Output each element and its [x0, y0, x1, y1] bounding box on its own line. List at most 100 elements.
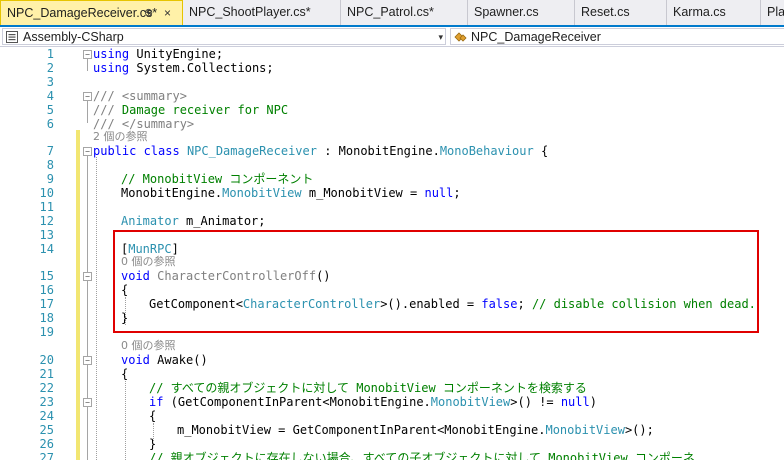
code-line: 20 − void Awake() [0, 353, 784, 367]
pin-icon[interactable]: ⊕ [144, 1, 153, 25]
line-number: 21 [39, 367, 54, 381]
code-line: 26 } [0, 437, 784, 451]
change-marker [76, 423, 80, 437]
line-number: 6 [46, 117, 54, 131]
close-icon[interactable]: × [164, 1, 171, 25]
change-marker [76, 228, 80, 242]
chevron-down-icon[interactable]: ▾ [438, 29, 443, 46]
class-icon [454, 32, 467, 42]
code-line: 2 using System.Collections; [0, 61, 784, 75]
line-number: 5 [46, 103, 54, 117]
change-marker [76, 130, 80, 144]
change-marker [76, 339, 80, 353]
change-marker [76, 242, 80, 256]
tab-npc-shootplayer[interactable]: NPC_ShootPlayer.cs* [183, 0, 341, 25]
tab-label: Spawner.cs [474, 5, 539, 19]
codelens-row: 0 個の参照 [0, 339, 784, 353]
code-line: 10 MonobitEngine.MonobitView m_MonobitVi… [0, 186, 784, 200]
code-line: 25 m_MonobitView = GetComponentInParent<… [0, 423, 784, 437]
code-text: /// <summary> [93, 89, 187, 103]
line-number: 10 [39, 186, 54, 200]
line-number: 15 [39, 269, 54, 283]
tab-overflow[interactable]: Pla [761, 0, 784, 25]
collapse-icon[interactable]: − [83, 356, 92, 365]
tab-npc-damagereceiver[interactable]: NPC_DamageReceiver.cs* ⊕ × [0, 0, 183, 25]
code-line: 5 /// Damage receiver for NPC [0, 103, 784, 117]
code-editor[interactable]: 1 − using UnityEngine; 2 using System.Co… [0, 47, 784, 460]
code-line: 27 // 親オブジェクトに存在しない場合、すべての子オブジェクトに対して Mo… [0, 451, 784, 460]
project-dropdown[interactable]: Assembly-CSharp ▾ [2, 28, 446, 45]
project-name: Assembly-CSharp [23, 30, 124, 44]
code-text: { [121, 367, 129, 381]
change-marker [76, 311, 80, 325]
line-number: 7 [46, 144, 54, 158]
line-number: 20 [39, 353, 54, 367]
code-line: 1 − using UnityEngine; [0, 47, 784, 61]
code-text: // すべての親オブジェクトに対して MonobitView コンポーネントを検… [149, 381, 587, 395]
code-text: Animator m_Animator; [121, 214, 266, 228]
change-marker [76, 186, 80, 200]
tab-reset[interactable]: Reset.cs [575, 0, 667, 25]
change-marker [76, 269, 80, 283]
collapse-icon[interactable]: − [83, 272, 92, 281]
code-text: void Awake() [121, 353, 208, 367]
line-number: 2 [46, 61, 54, 75]
code-line: 4 − /// <summary> [0, 89, 784, 103]
code-text: if (GetComponentInParent<MonobitEngine.M… [149, 395, 597, 409]
code-text: MonobitEngine.MonobitView m_MonobitView … [121, 186, 461, 200]
line-number: 24 [39, 409, 54, 423]
line-number: 18 [39, 311, 54, 325]
tab-label: NPC_ShootPlayer.cs* [189, 5, 311, 19]
change-marker [76, 367, 80, 381]
code-line: 22 // すべての親オブジェクトに対して MonobitView コンポーネン… [0, 381, 784, 395]
code-text: } [149, 437, 157, 451]
line-number: 8 [46, 158, 54, 172]
tab-spawner[interactable]: Spawner.cs [468, 0, 575, 25]
tab-label: Karma.cs [673, 5, 726, 19]
line-number: 16 [39, 283, 54, 297]
code-text: { [149, 409, 157, 423]
change-marker [76, 395, 80, 409]
change-marker [76, 255, 80, 269]
code-line: 3 [0, 75, 784, 89]
change-marker [76, 325, 80, 339]
class-dropdown[interactable]: NPC_DamageReceiver [450, 28, 784, 45]
code-line: 7 − public class NPC_DamageReceiver : Mo… [0, 144, 784, 158]
collapse-icon[interactable]: − [83, 398, 92, 407]
collapse-icon[interactable]: − [83, 147, 92, 156]
csharp-project-icon [6, 31, 18, 43]
change-marker [76, 409, 80, 423]
line-number: 19 [39, 325, 54, 339]
change-marker [76, 214, 80, 228]
code-line: 9 // MonobitView コンポーネント [0, 172, 784, 186]
change-marker [76, 451, 80, 460]
navigation-bar: Assembly-CSharp ▾ NPC_DamageReceiver [0, 27, 784, 47]
collapse-icon[interactable]: − [83, 92, 92, 101]
line-number: 23 [39, 395, 54, 409]
code-text: /// Damage receiver for NPC [93, 103, 289, 117]
tab-label: NPC_DamageReceiver.cs* [7, 6, 158, 20]
line-number: 26 [39, 437, 54, 451]
code-line: 23 − if (GetComponentInParent<MonobitEng… [0, 395, 784, 409]
line-number: 1 [46, 47, 54, 61]
class-name: NPC_DamageReceiver [471, 30, 601, 44]
change-marker [76, 283, 80, 297]
change-marker [76, 381, 80, 395]
line-number: 9 [46, 172, 54, 186]
change-marker [76, 353, 80, 367]
line-number: 14 [39, 242, 54, 256]
change-marker [76, 172, 80, 186]
tab-karma[interactable]: Karma.cs [667, 0, 761, 25]
line-number: 13 [39, 228, 54, 242]
code-line: 24 { [0, 409, 784, 423]
line-number: 4 [46, 89, 54, 103]
tab-npc-patrol[interactable]: NPC_Patrol.cs* [341, 0, 468, 25]
codelens-references[interactable]: 0 個の参照 [121, 339, 176, 353]
codelens-references[interactable]: 2 個の参照 [93, 130, 148, 144]
highlight-box [113, 230, 759, 333]
tab-label: NPC_Patrol.cs* [347, 5, 434, 19]
change-marker [76, 158, 80, 172]
code-text: // 親オブジェクトに存在しない場合、すべての子オブジェクトに対して Monob… [149, 451, 695, 460]
collapse-icon[interactable]: − [83, 50, 92, 59]
visual-studio-window: NPC_DamageReceiver.cs* ⊕ × NPC_ShootPlay… [0, 0, 784, 460]
